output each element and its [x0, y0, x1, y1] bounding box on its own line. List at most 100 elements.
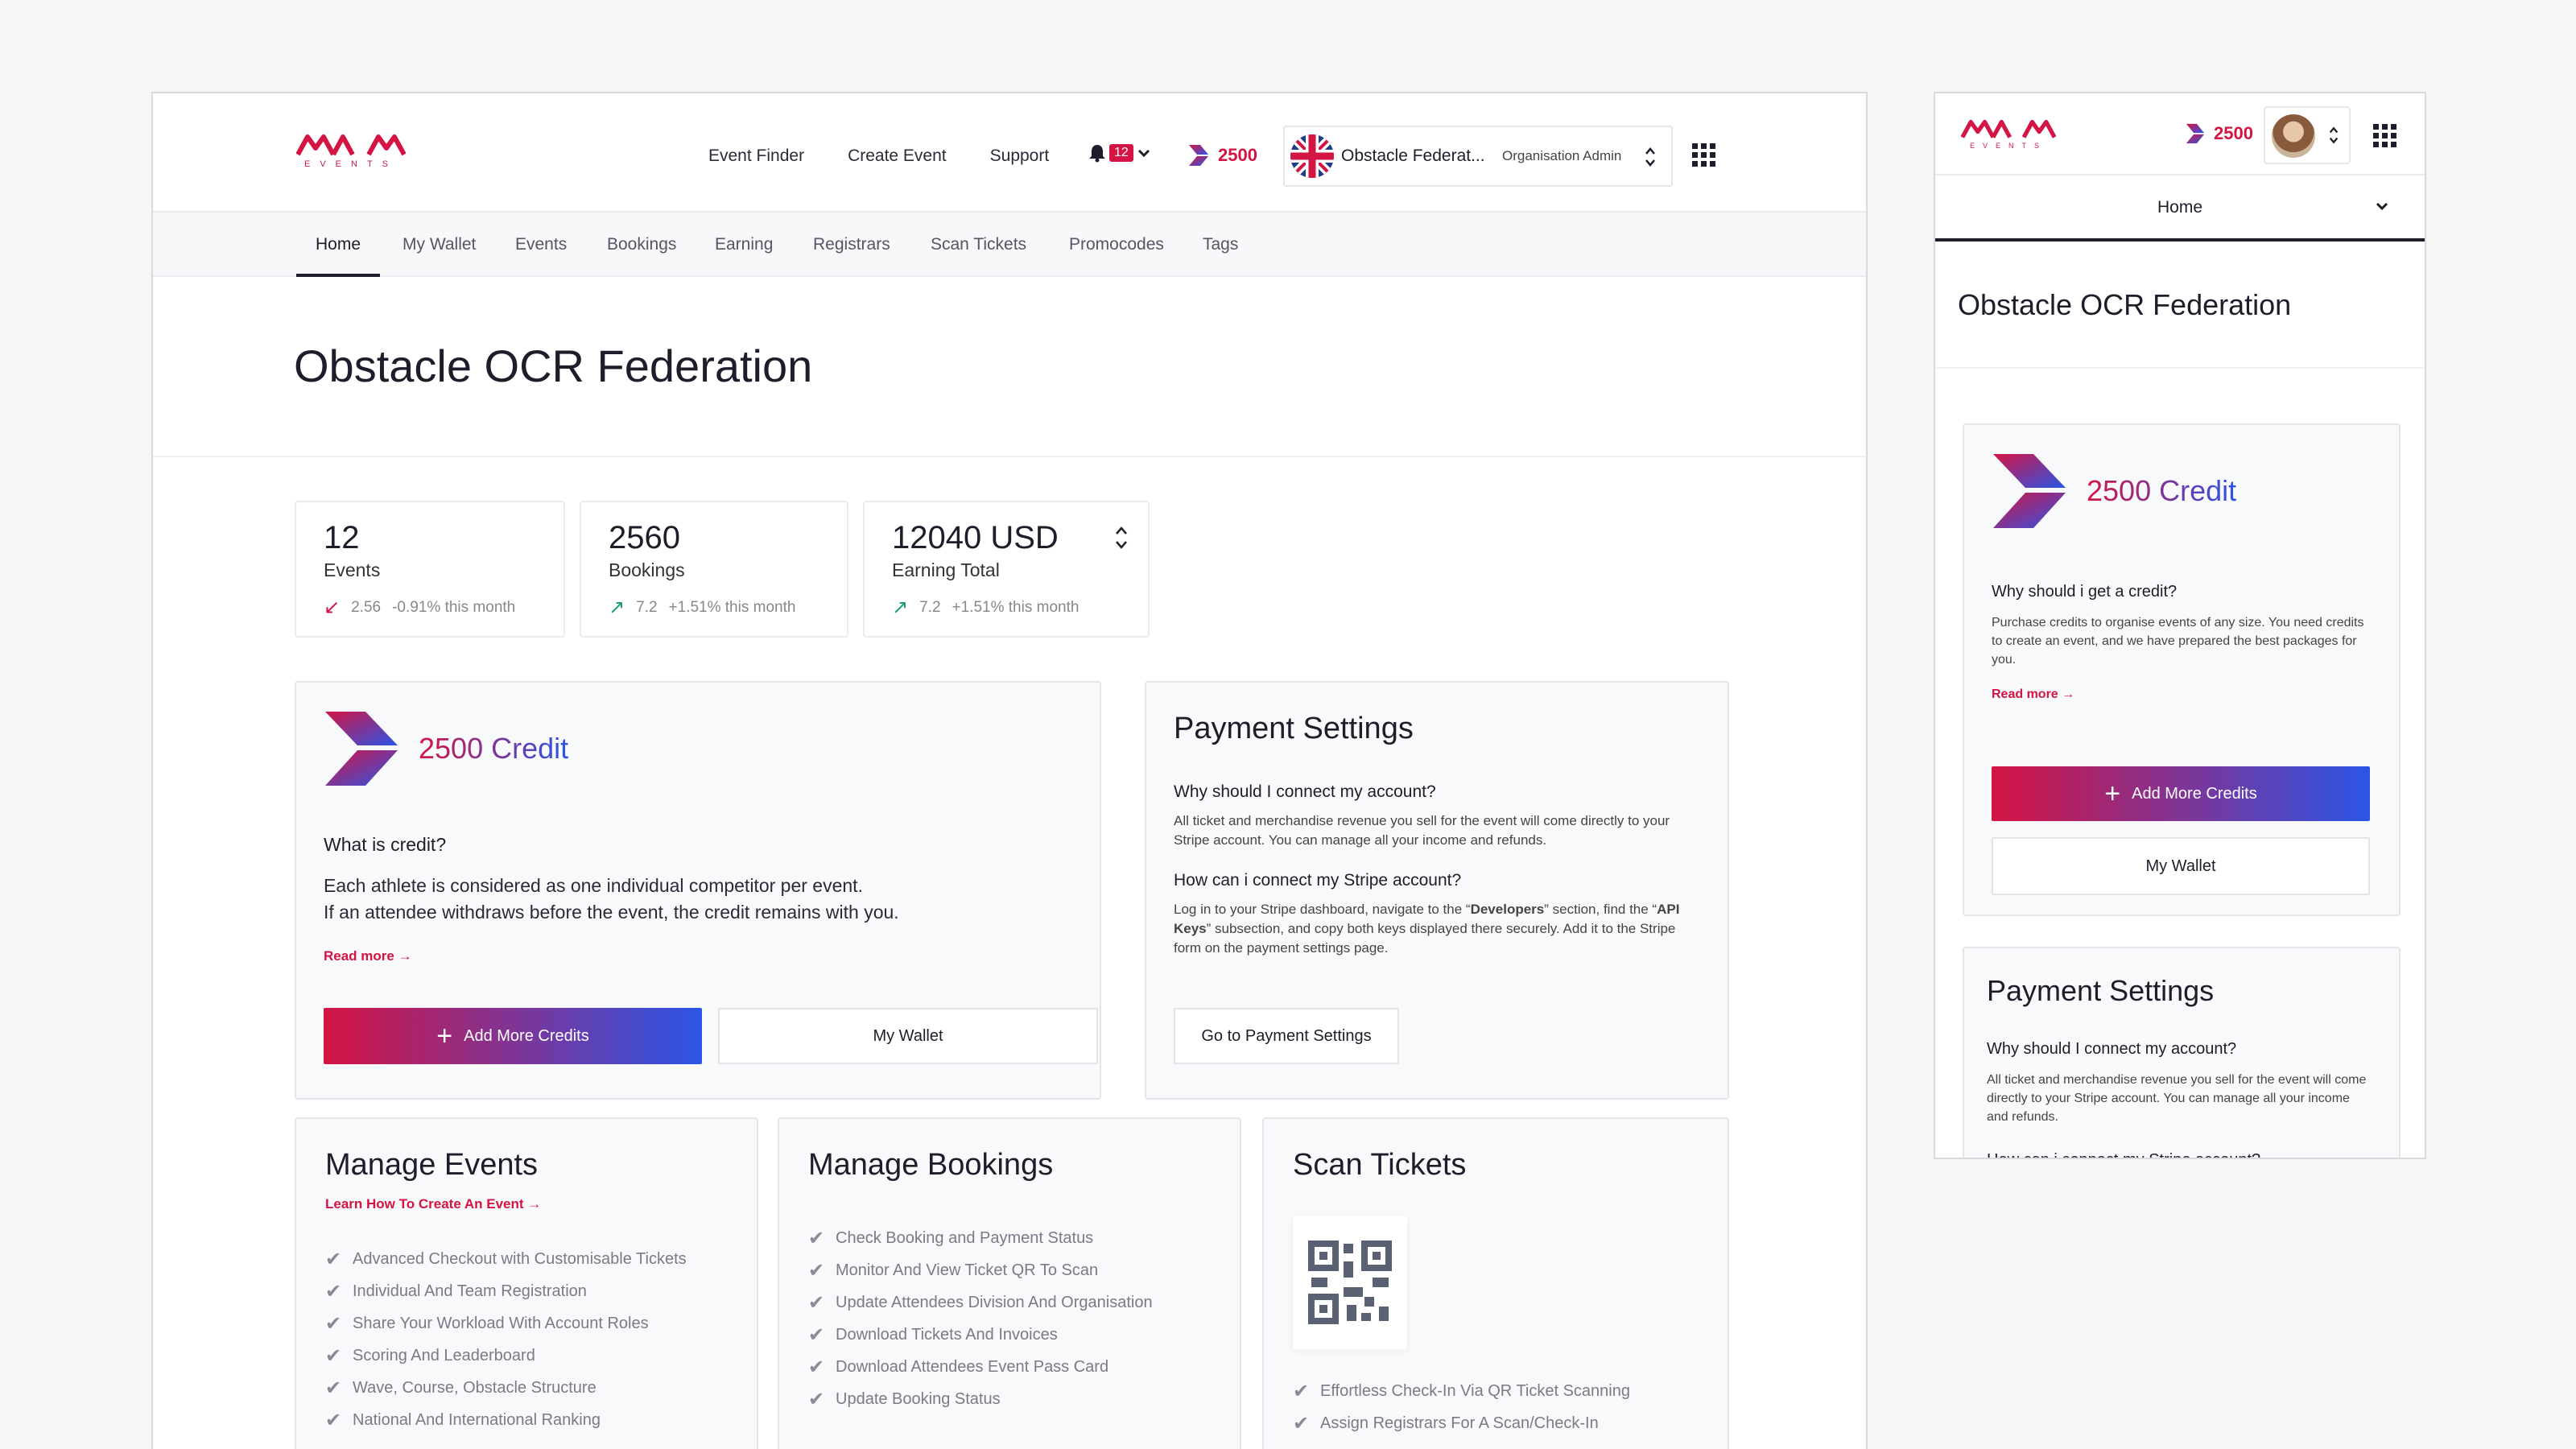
mobile-page-title: Obstacle OCR Federation: [1958, 288, 2292, 321]
list-item-text: Effortless Check-In Via QR Ticket Scanni…: [1320, 1381, 1630, 1400]
tab-tags[interactable]: Tags: [1203, 213, 1238, 277]
check-icon: ✔: [808, 1291, 825, 1314]
manage-events-title: Manage Events: [325, 1148, 539, 1182]
tab-earning[interactable]: Earning: [715, 213, 773, 277]
stat-delta: ↙ 2.56 -0.91% this month: [324, 596, 536, 619]
updown-chevron-icon: [2329, 126, 2339, 144]
mam-events-logo[interactable]: EVENTS: [296, 134, 406, 169]
list-item: ✔ National And International Ranking: [325, 1404, 687, 1436]
list-item: ✔ Assign Registrars For A Scan/Check-In: [1293, 1407, 1630, 1439]
mobile-view: EVENTS 2500 Home Obstacle OCR Federation: [1934, 92, 2426, 1159]
tab-home[interactable]: Home: [296, 213, 381, 277]
credits-indicator[interactable]: 2500: [2185, 122, 2253, 145]
account-selector[interactable]: [2264, 106, 2351, 164]
add-more-credits-button[interactable]: + Add More Credits: [324, 1008, 702, 1064]
tab-scan-tickets[interactable]: Scan Tickets: [931, 213, 1026, 277]
list-item: ✔ Advanced Checkout with Customisable Tic…: [325, 1243, 687, 1275]
tab-registrars[interactable]: Registrars: [813, 213, 890, 277]
answer-bold-developers: Developers: [1470, 902, 1545, 917]
mobile-payment-settings-card: Payment Settings Why should I connect my…: [1963, 947, 2401, 1158]
credit-description: Each athlete is considered as one indivi…: [324, 873, 899, 926]
logo-subtext: EVENTS: [303, 159, 398, 169]
tab-bookings[interactable]: Bookings: [607, 213, 676, 277]
notifications-button[interactable]: 12: [1088, 143, 1151, 163]
list-item-text: Wave, Course, Obstacle Structure: [353, 1378, 597, 1397]
tab-promocodes[interactable]: Promocodes: [1069, 213, 1164, 277]
list-item: ✔ Monitor And View Ticket QR To Scan: [808, 1254, 1153, 1286]
manage-bookings-title: Manage Bookings: [808, 1148, 1054, 1182]
my-wallet-button[interactable]: My Wallet: [718, 1008, 1098, 1064]
chevron-down-icon: [1137, 149, 1150, 158]
credit-desc-line1: Each athlete is considered as one indivi…: [324, 875, 863, 896]
stat-delta-text: -0.91% this month: [392, 598, 516, 616]
currency-switch-icon[interactable]: [1114, 523, 1129, 552]
organisation-selector[interactable]: Obstacle Federat... Organisation Admin: [1283, 126, 1673, 187]
mobile-tab-selected: Home: [2157, 198, 2203, 217]
notifications-badge: 12: [1109, 144, 1133, 162]
add-more-credits-button[interactable]: + Add More Credits: [1992, 766, 2370, 821]
nav-event-finder[interactable]: Event Finder: [708, 147, 804, 166]
stat-value: 12: [324, 520, 360, 555]
nav-create-event[interactable]: Create Event: [848, 147, 947, 166]
credit-read-more-link[interactable]: Read more →: [324, 948, 412, 964]
apps-grid-icon[interactable]: [1692, 143, 1715, 167]
top-navbar: EVENTS Event Finder Create Event Support…: [153, 93, 1866, 211]
list-item-text: Download Tickets And Invoices: [836, 1325, 1058, 1344]
check-icon: ✔: [808, 1388, 825, 1410]
manage-events-card: Manage Events Learn How To Create An Eve…: [295, 1117, 758, 1449]
apps-grid-icon[interactable]: [2373, 124, 2396, 147]
add-credits-label: Add More Credits: [464, 1026, 589, 1045]
qr-code-icon: [1308, 1241, 1392, 1324]
credit-header: 2500 Credit: [324, 710, 568, 787]
credit-question: What is credit?: [324, 834, 447, 855]
stat-card-earning[interactable]: 12040 USD Earning Total ↗ 7.2 +1.51% thi…: [863, 501, 1150, 638]
scan-tickets-card: Scan Tickets ✔ Effortless Check-In Via QR…: [1262, 1117, 1729, 1449]
go-to-payment-settings-button[interactable]: Go to Payment Settings: [1174, 1008, 1399, 1064]
mobile-top-navbar: EVENTS 2500: [1935, 93, 2425, 174]
learn-create-event-link[interactable]: Learn How To Create An Event →: [325, 1196, 541, 1212]
mam-events-logo[interactable]: EVENTS: [1961, 119, 2056, 150]
check-icon: ✔: [808, 1227, 825, 1249]
answer-text: ” section, find the “: [1544, 902, 1657, 917]
payment-question-1: Why should I connect my account?: [1987, 1040, 2237, 1058]
payment-settings-title: Payment Settings: [1174, 712, 1414, 745]
answer-text: Log in to your Stripe dashboard, navigat…: [1174, 902, 1471, 917]
list-item-text: Scoring And Leaderboard: [353, 1346, 535, 1364]
list-item-text: National And International Ranking: [353, 1410, 601, 1429]
credit-logo-icon: [325, 712, 398, 786]
list-item: ✔ Wave, Course, Obstacle Structure: [325, 1372, 687, 1404]
check-icon: ✔: [808, 1356, 825, 1378]
mobile-tab-select[interactable]: Home: [1935, 174, 2425, 242]
plus-icon: +: [2104, 778, 2121, 809]
nav-support[interactable]: Support: [990, 147, 1050, 166]
uk-flag-icon: [1290, 134, 1334, 178]
list-item-text: Update Booking Status: [836, 1389, 1001, 1408]
stat-delta-value: 7.2: [636, 598, 658, 616]
title-divider: [1935, 367, 2425, 369]
list-item-text: Assign Registrars For A Scan/Check-In: [1320, 1414, 1599, 1432]
payment-settings-card: Payment Settings Why should I connect my…: [1145, 681, 1729, 1100]
payment-answer-1: All ticket and merchandise revenue you s…: [1174, 813, 1670, 848]
updown-chevron-icon: [1645, 147, 1655, 167]
list-item: ✔ Check Booking and Payment Status: [808, 1222, 1153, 1254]
credits-amount: 2500: [2214, 123, 2253, 143]
stat-label: Earning Total: [892, 559, 1000, 580]
list-item: ✔ Scoring And Leaderboard: [325, 1340, 687, 1372]
payment-answer-1: All ticket and merchandise revenue you s…: [1987, 1073, 2367, 1124]
check-icon: ✔: [325, 1409, 342, 1431]
credit-read-more-link[interactable]: Read more →: [1992, 687, 2074, 702]
check-icon: ✔: [325, 1280, 342, 1302]
plus-icon: +: [436, 1021, 453, 1051]
stat-value: 12040 USD: [892, 520, 1059, 555]
credit-logo-icon: [1993, 454, 2066, 528]
org-name: Obstacle Federat...: [1341, 147, 1485, 165]
my-wallet-button[interactable]: My Wallet: [1992, 837, 2370, 895]
list-item-text: Check Booking and Payment Status: [836, 1228, 1094, 1247]
manage-bookings-card: Manage Bookings ✔ Check Booking and Payme…: [778, 1117, 1241, 1449]
tab-my-wallet[interactable]: My Wallet: [402, 213, 476, 277]
credits-indicator[interactable]: 2500: [1187, 143, 1257, 167]
logo-subtext: EVENTS: [1969, 142, 2047, 150]
check-icon: ✔: [325, 1377, 342, 1399]
tab-events[interactable]: Events: [515, 213, 567, 277]
logo-mark-icon: [296, 134, 406, 156]
